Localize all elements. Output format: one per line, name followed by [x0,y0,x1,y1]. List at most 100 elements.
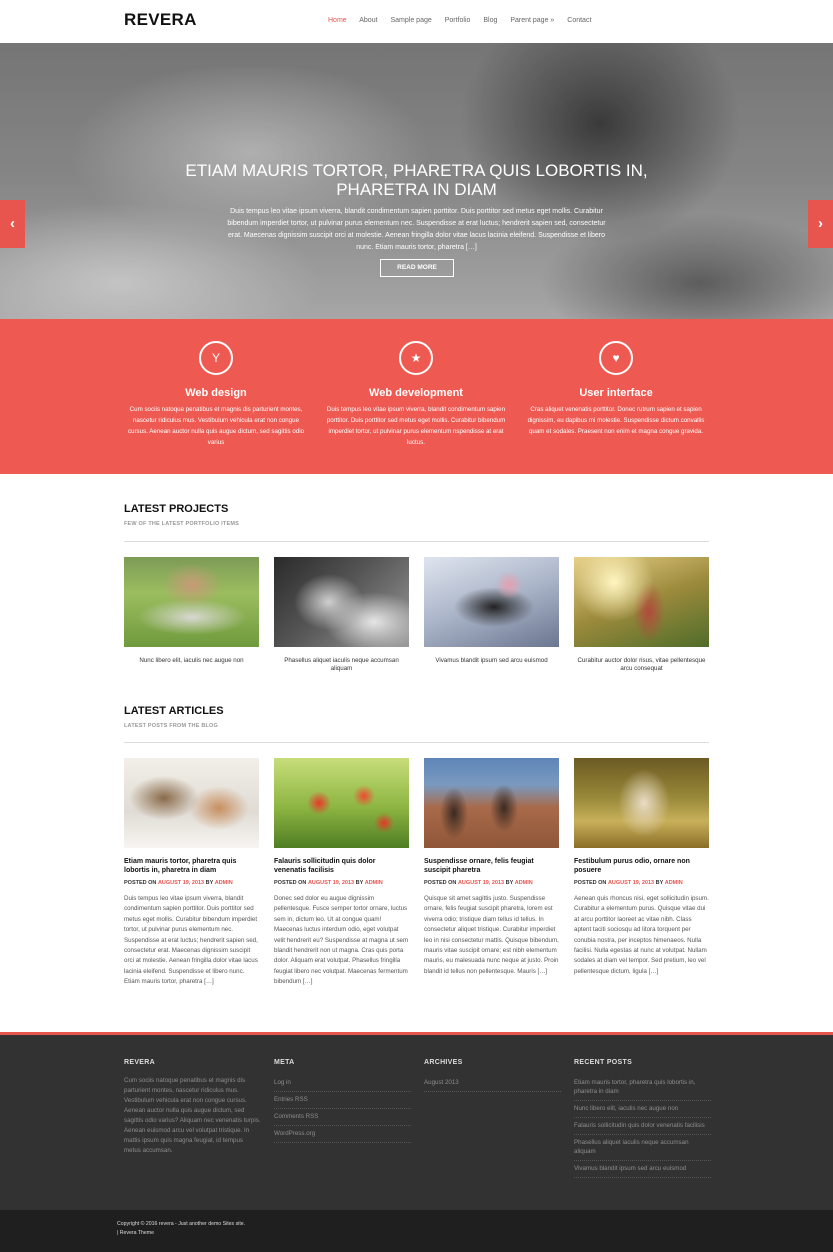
recent-post-link[interactable]: Phasellus aliquet iaculis neque accumsan… [574,1135,711,1161]
feature-title: User interface [579,387,653,399]
article-excerpt: Donec sed dolor eu augue dignissim pelle… [274,895,409,986]
article-author[interactable]: ADMIN [215,880,233,886]
project-caption[interactable]: Curabitur auctor dolor risus, vitae pell… [574,657,709,673]
posted-label: POSTED ON [574,880,607,886]
posted-label: POSTED ON [424,880,457,886]
meta-link-login[interactable]: Log in [274,1075,411,1092]
article-card: Suspendisse ornare, felis feugiat suscip… [424,758,559,977]
article-excerpt: Quisque sit amet sagittis justo. Suspend… [424,895,559,975]
projects-title: LATEST PROJECTS [124,503,229,515]
article-title[interactable]: Suspendisse ornare, felis feugiat suscip… [424,857,559,875]
slider-next-button[interactable]: › [808,200,833,248]
article-date[interactable]: AUGUST 19, 2013 [458,880,504,886]
chevron-left-icon: ‹ [10,215,15,232]
articles-title: LATEST ARTICLES [124,705,224,717]
articles-subtitle: LATEST POSTS FROM THE BLOG [124,723,219,729]
feature-web-design: Y Web design Cum sociis natoque penatibu… [124,319,308,448]
project-image[interactable] [274,557,409,647]
site-header: REVERA Home About Sample page Portfolio … [0,0,833,43]
project-card[interactable]: Nunc libero elit, iaculis nec augue non [124,557,259,665]
project-card[interactable]: Phasellus aliquet iaculis neque accumsan… [274,557,409,673]
footer-archives-widget: ARCHIVES August 2013 [424,1059,561,1092]
project-image[interactable] [124,557,259,647]
projects-subtitle: FEW OF THE LATEST PORTFOLIO ITEMS [124,521,239,527]
posted-label: POSTED ON [124,880,157,886]
copyright-bar: Copyright © 2016 revera - Just another d… [0,1210,833,1252]
article-card: Falauris sollicitudin quis dolor venenat… [274,758,409,988]
recent-post-link[interactable]: Vivamus blandit ipsum sed arcu euismod [574,1161,711,1178]
posted-label: POSTED ON [274,880,307,886]
recent-post-link[interactable]: Nunc libero elit, iaculis nec augue non [574,1101,711,1118]
article-meta: POSTED ON AUGUST 19, 2013 BY ADMIN [274,880,409,886]
footer-about-widget: REVERA Cum sociis natoque penatibus et m… [124,1059,261,1156]
feature-text: Duis tempus leo vitae ipsum viverra, bla… [326,406,506,446]
footer-recent-posts-widget: RECENT POSTS Etiam mauris tortor, pharet… [574,1059,711,1178]
feature-user-interface: ♥ User interface Cras aliquet venenatis … [524,319,708,437]
nav-home[interactable]: Home [328,17,347,24]
feature-title: Web design [185,387,247,399]
project-image[interactable] [574,557,709,647]
slider-prev-button[interactable]: ‹ [0,200,25,248]
article-image[interactable] [574,758,709,848]
widget-text: Cum sociis natoque penatibus et magnis d… [124,1077,261,1154]
article-author[interactable]: ADMIN [515,880,533,886]
article-card: Festibulum purus odio, ornare non posuer… [574,758,709,977]
nav-parent-page[interactable]: Parent page » [510,17,554,24]
by-label: BY [655,880,664,886]
project-caption[interactable]: Nunc libero elit, iaculis nec augue non [124,657,259,665]
recent-post-link[interactable]: Etiam mauris tortor, pharetra quis lobor… [574,1075,711,1101]
nav-portfolio[interactable]: Portfolio [445,17,471,24]
site-logo[interactable]: REVERA [124,10,197,30]
article-author[interactable]: ADMIN [365,880,383,886]
meta-link-wordpress[interactable]: WordPress.org [274,1126,411,1143]
article-excerpt: Duis tempus leo vitae ipsum viverra, bla… [124,895,258,986]
nav-blog[interactable]: Blog [483,17,497,24]
feature-title: Web development [369,387,463,399]
article-excerpt: Aenean quis rhoncus nisi, eget sollicitu… [574,895,709,975]
article-meta: POSTED ON AUGUST 19, 2013 BY ADMIN [124,880,259,886]
widget-title: REVERA [124,1059,155,1066]
main-nav: Home About Sample page Portfolio Blog Pa… [328,17,602,24]
article-title[interactable]: Festibulum purus odio, ornare non posuer… [574,857,709,875]
nav-about[interactable]: About [359,17,377,24]
nav-contact[interactable]: Contact [567,17,591,24]
nav-sample-page[interactable]: Sample page [391,17,432,24]
recent-post-link[interactable]: Falauris sollicitudin quis dolor venenat… [574,1118,711,1135]
article-date[interactable]: AUGUST 19, 2013 [308,880,354,886]
star-icon: ★ [399,341,433,375]
article-date[interactable]: AUGUST 19, 2013 [158,880,204,886]
project-image[interactable] [424,557,559,647]
project-caption[interactable]: Phasellus aliquet iaculis neque accumsan… [274,657,409,673]
feature-web-development: ★ Web development Duis tempus leo vitae … [324,319,508,448]
article-meta: POSTED ON AUGUST 19, 2013 BY ADMIN [424,880,559,886]
features-band: Y Web design Cum sociis natoque penatibu… [0,319,833,474]
project-card[interactable]: Vivamus blandit ipsum sed arcu euismod [424,557,559,665]
article-title[interactable]: Falauris sollicitudin quis dolor venenat… [274,857,409,875]
copyright-text: Copyright © 2016 revera - Just another d… [117,1221,246,1227]
article-card: Etiam mauris tortor, pharetra quis lobor… [124,758,259,988]
divider [124,742,709,743]
meta-link-entries-rss[interactable]: Entries RSS [274,1092,411,1109]
chevron-right-icon: › [818,215,823,232]
read-more-button[interactable]: READ MORE [380,259,454,277]
archive-link[interactable]: August 2013 [424,1075,561,1092]
meta-link-comments-rss[interactable]: Comments RSS [274,1109,411,1126]
theme-credit-link[interactable]: | Revera Theme [117,1230,154,1236]
article-author[interactable]: ADMIN [665,880,683,886]
hero-title[interactable]: ETIAM MAURIS TORTOR, PHARETRA QUIS LOBOR… [160,161,673,199]
article-date[interactable]: AUGUST 19, 2013 [608,880,654,886]
feature-text: Cum sociis natoque penatibus et magnis d… [127,406,305,446]
project-card[interactable]: Curabitur auctor dolor risus, vitae pell… [574,557,709,673]
hero-slider: ETIAM MAURIS TORTOR, PHARETRA QUIS LOBOR… [0,43,833,319]
article-image[interactable] [124,758,259,848]
article-image[interactable] [424,758,559,848]
widget-title: META [274,1059,295,1066]
by-label: BY [355,880,364,886]
project-caption[interactable]: Vivamus blandit ipsum sed arcu euismod [424,657,559,665]
by-label: BY [205,880,214,886]
article-title[interactable]: Etiam mauris tortor, pharetra quis lobor… [124,857,259,875]
by-label: BY [505,880,514,886]
cocktail-icon: Y [199,341,233,375]
article-image[interactable] [274,758,409,848]
hero-text: Duis tempus leo vitae ipsum viverra, bla… [227,208,606,251]
